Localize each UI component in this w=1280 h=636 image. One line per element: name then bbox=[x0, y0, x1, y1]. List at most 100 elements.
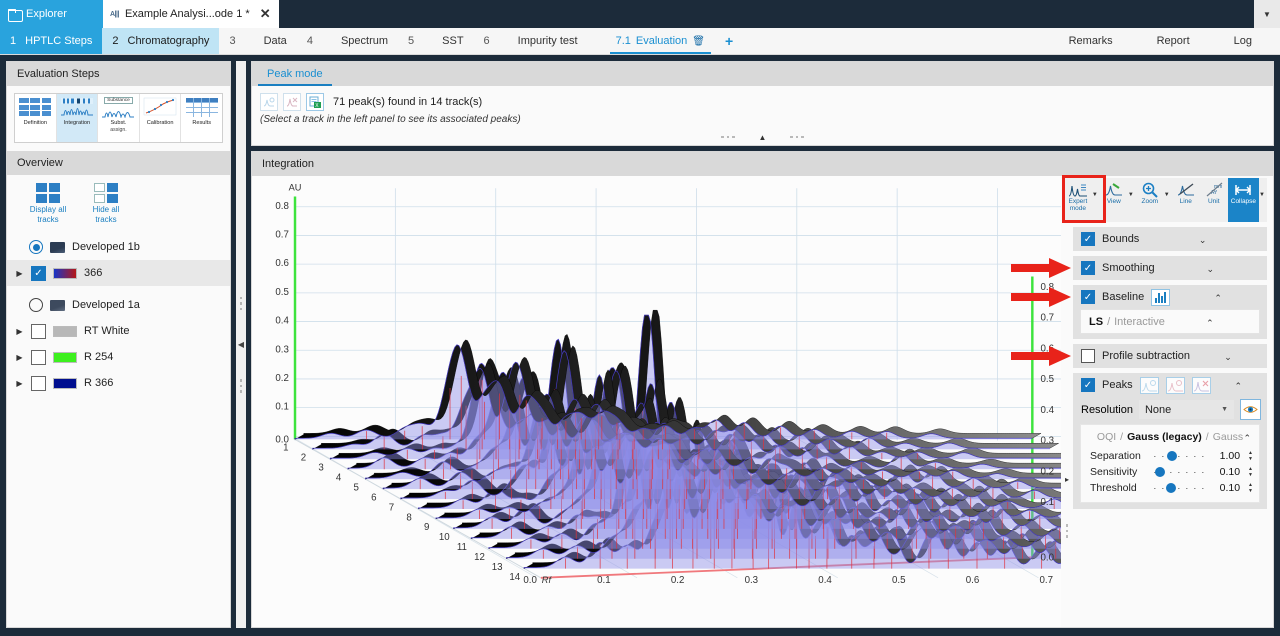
expert-mode-caret-icon[interactable]: ▼ bbox=[1092, 178, 1100, 222]
document-tab[interactable]: A||| Example Analysi...ode 1 * ✕ bbox=[103, 0, 279, 28]
tab-evaluation[interactable]: 7.1 Evaluation 🗑 bbox=[606, 28, 715, 54]
checkbox-smoothing[interactable]: ✓ bbox=[1081, 261, 1095, 275]
add-step-button[interactable]: + bbox=[715, 28, 743, 54]
tree-item-rt-white[interactable]: ▶ RT White bbox=[7, 318, 230, 344]
slider-knob[interactable] bbox=[1166, 483, 1176, 493]
tab-sst[interactable]: 5 SST bbox=[398, 28, 474, 54]
baseline-method-secondary[interactable]: Interactive bbox=[1114, 316, 1165, 328]
tab-peak-mode[interactable]: Peak mode bbox=[258, 62, 332, 86]
slider-knob[interactable] bbox=[1155, 467, 1165, 477]
model-left[interactable]: OQI bbox=[1097, 431, 1116, 443]
accordion-peaks[interactable]: ✓ Peaks ⌃ bbox=[1073, 373, 1267, 509]
explorer-tab[interactable]: Explorer bbox=[0, 0, 103, 28]
close-icon[interactable]: ✕ bbox=[260, 6, 271, 22]
slider-track[interactable] bbox=[1154, 465, 1204, 479]
expand-arrow-icon[interactable]: ▶ bbox=[15, 269, 24, 278]
zoom-button[interactable]: Zoom bbox=[1136, 178, 1164, 222]
baseline-method-row[interactable]: LS / Interactive ⌃ bbox=[1080, 309, 1260, 334]
radio-developed-1a[interactable] bbox=[29, 298, 43, 312]
tab-chromatography[interactable]: 2 Chromatography bbox=[102, 28, 219, 54]
model-right[interactable]: Gauss bbox=[1213, 431, 1243, 443]
expert-mode-button[interactable]: Expert mode bbox=[1064, 178, 1092, 222]
slider-sensitivity[interactable]: Sensitivity 0.10 ▲▼ bbox=[1081, 464, 1259, 480]
checkbox-baseline[interactable]: ✓ bbox=[1081, 290, 1095, 304]
step-chevron-integration[interactable]: Integration bbox=[56, 94, 98, 142]
controls-collapse-rail[interactable]: ▸ bbox=[1061, 176, 1073, 627]
chevron-down-icon[interactable]: ⌄ bbox=[1162, 261, 1259, 275]
peak-delete-icon[interactable] bbox=[283, 93, 301, 111]
step-chevron-substance-assign[interactable]: Substance Subst. assign. bbox=[97, 94, 139, 142]
radio-developed-1b[interactable] bbox=[29, 240, 43, 254]
slider-track[interactable] bbox=[1154, 449, 1204, 463]
peak-mode-resizer[interactable]: ▲ bbox=[252, 129, 1273, 145]
collapse-button[interactable]: Collapse bbox=[1228, 178, 1259, 222]
tree-item-r-254[interactable]: ▶ R 254 bbox=[7, 344, 230, 370]
slider-track[interactable] bbox=[1154, 481, 1204, 495]
tab-spectrum[interactable]: 4 Spectrum bbox=[297, 28, 398, 54]
checkbox-profile-subtraction[interactable] bbox=[1081, 349, 1095, 363]
checkbox-rt-white[interactable] bbox=[31, 324, 46, 339]
unit-button[interactable]: mmRf Unit bbox=[1200, 178, 1228, 222]
checkbox-peaks[interactable]: ✓ bbox=[1081, 378, 1095, 392]
chart-canvas[interactable]: 0.80.7 0.60.5 0.40.3 0.20.1 0.0 AU 0.80.… bbox=[252, 176, 1061, 627]
chevron-down-icon[interactable]: ⌄ bbox=[1197, 349, 1259, 363]
chevron-up-icon[interactable]: ⌃ bbox=[1177, 290, 1259, 304]
accordion-profile-subtraction[interactable]: Profile subtraction ⌄ bbox=[1073, 344, 1267, 368]
delete-evaluation-icon[interactable]: 🗑 bbox=[692, 36, 705, 47]
accordion-bounds[interactable]: ✓ Bounds ⌄ bbox=[1073, 227, 1267, 251]
checkbox-bounds[interactable]: ✓ bbox=[1081, 232, 1095, 246]
tree-item-366[interactable]: ▶ ✓ 366 bbox=[7, 260, 230, 286]
expand-arrow-icon[interactable]: ▶ bbox=[15, 327, 24, 336]
expand-right-icon[interactable]: ▸ bbox=[1065, 475, 1069, 484]
eye-icon[interactable] bbox=[1240, 399, 1261, 420]
line-button[interactable]: Line bbox=[1172, 178, 1200, 222]
chevron-up-icon[interactable]: ⌃ bbox=[1169, 315, 1251, 329]
resolution-select[interactable]: None ▼ bbox=[1139, 400, 1234, 419]
accordion-baseline[interactable]: ✓ Baseline ⌃ LS / bbox=[1073, 285, 1267, 339]
zoom-caret-icon[interactable]: ▼ bbox=[1164, 178, 1172, 222]
left-panel-collapse-rail[interactable]: ◀ bbox=[236, 61, 246, 628]
tab-hptlc-steps[interactable]: 1 HPTLC Steps bbox=[0, 28, 102, 54]
chevron-down-icon[interactable]: ⌄ bbox=[1146, 232, 1259, 246]
tab-impurity-test[interactable]: 6 Impurity test bbox=[474, 28, 588, 54]
baseline-chart-icon[interactable] bbox=[1151, 289, 1170, 306]
view-button[interactable]: View bbox=[1100, 178, 1128, 222]
chromatogram-3d-chart[interactable]: 0.80.7 0.60.5 0.40.3 0.20.1 0.0 AU 0.80.… bbox=[252, 176, 1061, 627]
tree-group-developed-1b[interactable]: Developed 1b bbox=[7, 234, 230, 260]
step-chevron-calibration[interactable]: Calibration bbox=[139, 94, 181, 142]
peak-insert-icon[interactable] bbox=[1140, 377, 1159, 394]
spinner-separation[interactable]: ▲▼ bbox=[1246, 451, 1253, 462]
chevron-up-icon[interactable]: ⌃ bbox=[1243, 430, 1251, 444]
step-chevron-results[interactable]: Results bbox=[180, 94, 222, 142]
model-center[interactable]: Gauss (legacy) bbox=[1127, 431, 1202, 443]
tree-group-developed-1a[interactable]: Developed 1a bbox=[7, 292, 230, 318]
toolbar-overflow-caret-icon[interactable]: ▼ bbox=[1259, 178, 1267, 222]
tab-data[interactable]: 3 Data bbox=[219, 28, 296, 54]
view-caret-icon[interactable]: ▼ bbox=[1128, 178, 1136, 222]
tab-log[interactable]: Log bbox=[1212, 28, 1280, 54]
hide-all-tracks-button[interactable]: Hide all tracks bbox=[83, 183, 129, 224]
display-all-tracks-button[interactable]: Display all tracks bbox=[25, 183, 71, 224]
tab-remarks[interactable]: Remarks bbox=[1047, 28, 1135, 54]
peak-delete-icon[interactable] bbox=[1192, 377, 1211, 394]
slider-threshold[interactable]: Threshold 0.10 ▲▼ bbox=[1081, 480, 1259, 496]
checkbox-r-254[interactable] bbox=[31, 350, 46, 365]
checkbox-366[interactable]: ✓ bbox=[31, 266, 46, 281]
accordion-smoothing[interactable]: ✓ Smoothing ⌄ bbox=[1073, 256, 1267, 280]
slider-knob[interactable] bbox=[1167, 451, 1177, 461]
spinner-threshold[interactable]: ▲▼ bbox=[1246, 483, 1253, 494]
slider-separation[interactable]: Separation 1.00 ▲▼ bbox=[1081, 448, 1259, 464]
expand-arrow-icon[interactable]: ▶ bbox=[15, 353, 24, 362]
export-excel-icon[interactable]: X bbox=[306, 93, 324, 111]
expand-arrow-icon[interactable]: ▶ bbox=[15, 379, 24, 388]
window-menu-caret-icon[interactable]: ▼ bbox=[1254, 0, 1280, 28]
tab-report[interactable]: Report bbox=[1135, 28, 1212, 54]
collapse-left-icon[interactable]: ◀ bbox=[238, 340, 244, 349]
chevron-up-icon[interactable]: ⌃ bbox=[1218, 378, 1259, 392]
spinner-sensitivity[interactable]: ▲▼ bbox=[1246, 467, 1253, 478]
peak-add-icon[interactable] bbox=[260, 93, 278, 111]
step-chevron-definition[interactable]: Definition bbox=[15, 94, 56, 142]
collapse-up-icon[interactable]: ▲ bbox=[759, 133, 767, 142]
tree-item-r-366[interactable]: ▶ R 366 bbox=[7, 370, 230, 396]
peak-remove-icon[interactable] bbox=[1166, 377, 1185, 394]
